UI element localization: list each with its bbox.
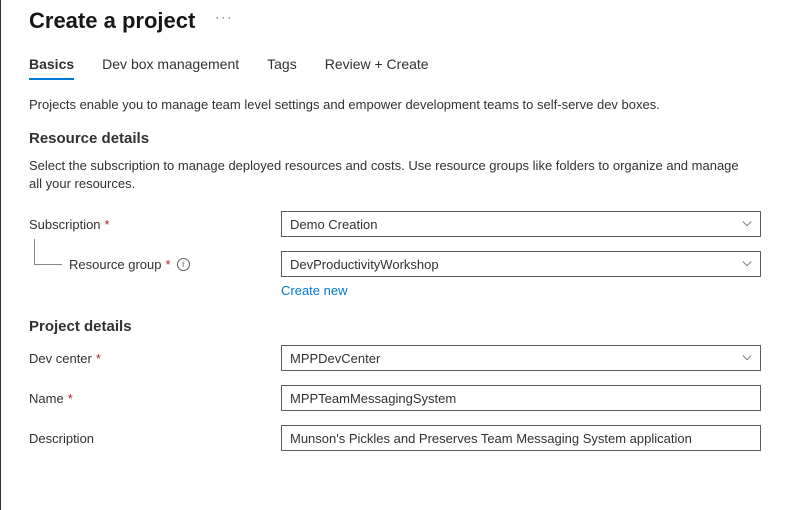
tab-basics[interactable]: Basics [29,56,74,80]
resource-details-desc: Select the subscription to manage deploy… [29,157,749,193]
resource-group-label-text: Resource group [69,257,162,272]
row-description: Description [29,425,789,451]
row-resource-group: Resource group * i DevProductivityWorksh… [29,251,789,277]
description-input[interactable] [281,425,761,451]
row-subscription: Subscription * Demo Creation [29,211,789,237]
resource-group-value: DevProductivityWorkshop [290,257,439,272]
required-marker: * [96,351,101,366]
subscription-label-text: Subscription [29,217,101,232]
intro-text: Projects enable you to manage team level… [29,97,795,112]
dev-center-label: Dev center * [29,351,281,366]
page-title: Create a project [29,8,195,34]
tab-review-create[interactable]: Review + Create [325,56,429,80]
chevron-down-icon [742,353,752,363]
required-marker: * [105,217,110,232]
resource-group-label: Resource group * i [29,257,281,272]
resource-group-dropdown[interactable]: DevProductivityWorkshop [281,251,761,277]
dev-center-label-text: Dev center [29,351,92,366]
dev-center-value: MPPDevCenter [290,351,380,366]
page-header: Create a project ··· [29,8,795,34]
chevron-down-icon [742,259,752,269]
description-label: Description [29,431,281,446]
tab-tags[interactable]: Tags [267,56,297,80]
subscription-label: Subscription * [29,217,281,232]
row-dev-center: Dev center * MPPDevCenter [29,345,789,371]
info-icon[interactable]: i [177,258,190,271]
description-label-text: Description [29,431,94,446]
tab-dev-box-management[interactable]: Dev box management [102,56,239,80]
create-new-row: Create new [281,283,795,298]
tree-indent-line [34,239,62,265]
resource-details-heading: Resource details [29,130,795,147]
tab-bar: Basics Dev box management Tags Review + … [29,56,795,81]
subscription-value: Demo Creation [290,217,377,232]
more-actions-icon[interactable]: ··· [215,10,233,24]
required-marker: * [68,391,73,406]
create-new-link[interactable]: Create new [281,283,347,298]
name-label-text: Name [29,391,64,406]
required-marker: * [166,257,171,272]
row-name: Name * [29,385,789,411]
project-details-heading: Project details [29,318,795,335]
subscription-dropdown[interactable]: Demo Creation [281,211,761,237]
dev-center-dropdown[interactable]: MPPDevCenter [281,345,761,371]
chevron-down-icon [742,219,752,229]
name-label: Name * [29,391,281,406]
name-input[interactable] [281,385,761,411]
